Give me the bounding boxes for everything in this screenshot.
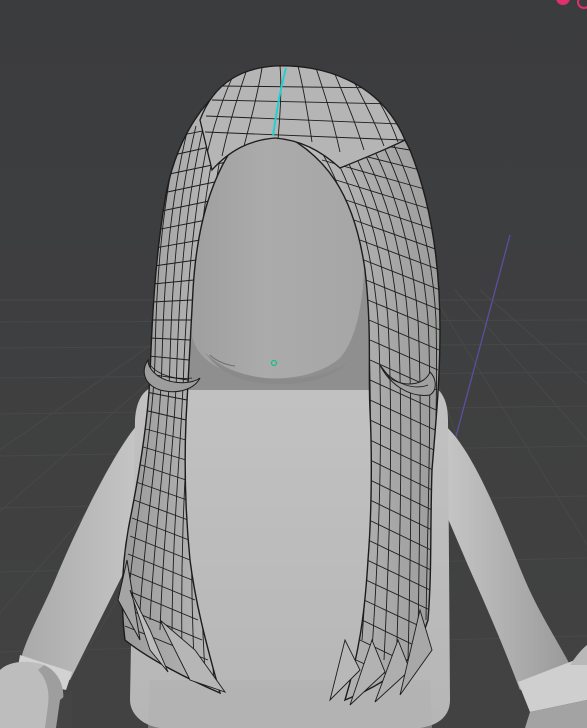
viewport-canvas[interactable] (0, 0, 587, 728)
3d-viewport[interactable] (0, 0, 587, 728)
